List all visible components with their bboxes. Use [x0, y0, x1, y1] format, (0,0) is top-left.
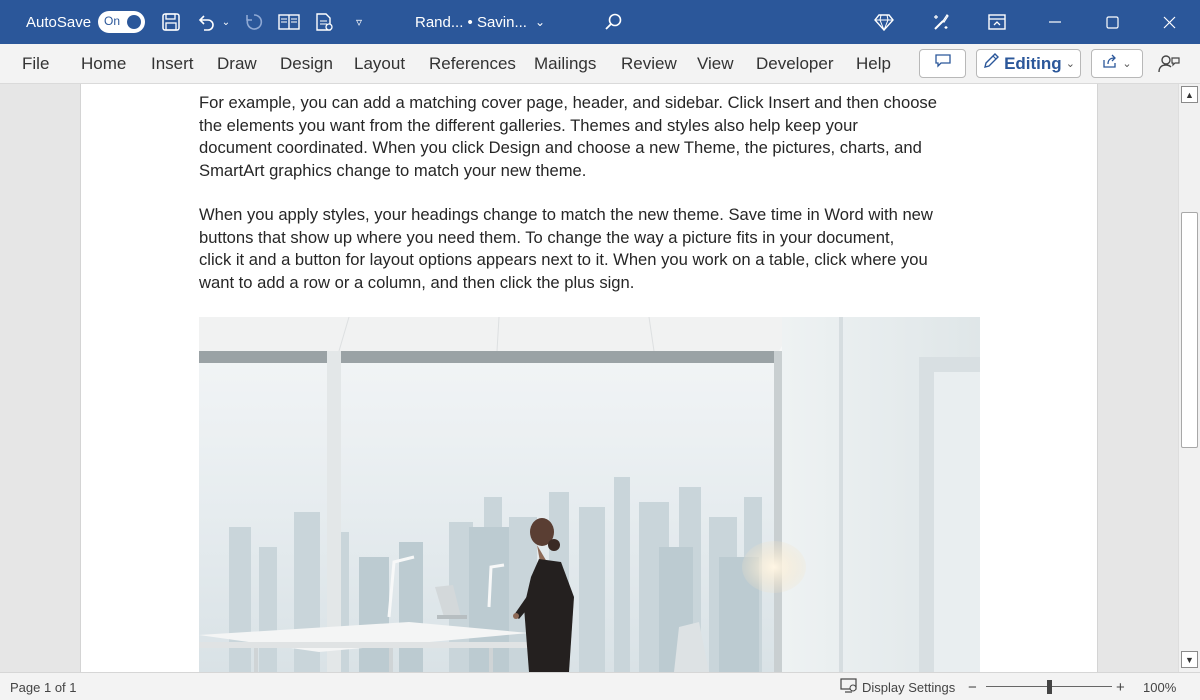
document-title-text: Rand... • Savin...	[415, 13, 527, 31]
tab-draw[interactable]: Draw	[217, 44, 257, 84]
text-line: click it and a button for layout options…	[199, 250, 928, 270]
pencil-icon	[982, 52, 1000, 75]
premium-icon[interactable]	[871, 0, 897, 44]
tab-help[interactable]: Help	[856, 44, 891, 84]
tab-references[interactable]: References	[429, 44, 516, 84]
status-bar: Page 1 of 1 Display Settings − + 100%	[0, 672, 1200, 700]
editing-mode-button[interactable]: Editing ⌄	[976, 49, 1081, 78]
title-bar: AutoSave On ⌄ ▿ Rand... • Savin... ⌄	[0, 0, 1200, 44]
scroll-up-arrow-icon[interactable]: ▲	[1181, 86, 1198, 103]
text-line: For example, you can add a matching cove…	[199, 93, 937, 112]
scroll-thumb[interactable]	[1181, 212, 1198, 448]
tab-mailings[interactable]: Mailings	[534, 44, 596, 84]
text-line: the elements you want from the different…	[199, 115, 858, 135]
tab-design[interactable]: Design	[280, 44, 333, 84]
chevron-down-icon: ⌄	[1065, 58, 1075, 70]
undo-dropdown-icon[interactable]: ⌄	[219, 0, 233, 44]
chevron-down-icon: ⌄	[1122, 58, 1132, 70]
tab-layout[interactable]: Layout	[354, 44, 405, 84]
save-icon[interactable]	[158, 0, 184, 44]
text-line: want to add a row or a column, and then …	[199, 272, 635, 292]
office-photo[interactable]	[199, 317, 980, 672]
layout-icon[interactable]	[276, 0, 302, 44]
zoom-level[interactable]: 100%	[1143, 673, 1176, 700]
text-line: SmartArt graphics change to match your n…	[199, 160, 587, 180]
comment-icon	[934, 54, 951, 73]
scroll-down-arrow-icon[interactable]: ▼	[1181, 651, 1198, 668]
zoom-slider[interactable]	[986, 673, 1112, 700]
title-chevron-icon: ⌄	[534, 15, 546, 29]
tab-review[interactable]: Review	[621, 44, 677, 84]
ribbon-display-icon[interactable]	[984, 0, 1010, 44]
zoom-in-button[interactable]: +	[1116, 673, 1125, 700]
ribbon-tab-bar: File Home Insert Draw Design Layout Refe…	[0, 44, 1200, 84]
display-settings-button[interactable]: Display Settings	[840, 673, 955, 700]
autosave-toggle[interactable]: On	[98, 11, 145, 33]
maximize-icon[interactable]	[1089, 0, 1135, 44]
document-page[interactable]: For example, you can add a matching cove…	[80, 84, 1098, 672]
zoom-out-button[interactable]: −	[968, 673, 977, 700]
document-area: For example, you can add a matching cove…	[0, 84, 1178, 672]
text-line: buttons that show up where you need them…	[199, 227, 895, 247]
presenter-icon[interactable]	[1158, 44, 1180, 84]
compare-icon[interactable]	[311, 0, 337, 44]
minimize-icon[interactable]	[1032, 0, 1078, 44]
autosave-toggle-text: On	[104, 14, 121, 28]
comments-button[interactable]	[919, 49, 966, 78]
share-button[interactable]: ⌄	[1091, 49, 1143, 78]
display-settings-icon	[840, 678, 858, 696]
editing-label: Editing	[1004, 53, 1062, 73]
tab-developer[interactable]: Developer	[756, 44, 834, 84]
search-icon[interactable]	[600, 0, 626, 44]
share-icon	[1102, 53, 1118, 74]
autosave-label: AutoSave	[26, 13, 92, 31]
tab-home[interactable]: Home	[81, 44, 126, 84]
display-settings-label: Display Settings	[862, 679, 956, 695]
document-title[interactable]: Rand... • Savin... ⌄	[415, 0, 545, 44]
tab-file[interactable]: File	[22, 44, 49, 84]
zoom-thumb[interactable]	[1046, 680, 1052, 694]
tab-view[interactable]: View	[697, 44, 734, 84]
customize-icon[interactable]: ▿	[350, 0, 368, 44]
redo-icon[interactable]	[241, 0, 267, 44]
text-line: When you apply styles, your headings cha…	[199, 205, 933, 224]
paragraph-1[interactable]: For example, you can add a matching cove…	[199, 92, 989, 182]
tab-insert[interactable]: Insert	[151, 44, 194, 84]
toggle-knob	[127, 15, 141, 29]
close-icon[interactable]	[1146, 0, 1192, 44]
paragraph-2[interactable]: When you apply styles, your headings cha…	[199, 204, 989, 294]
text-line: document coordinated. When you click Des…	[199, 138, 922, 158]
designer-icon[interactable]	[928, 0, 954, 44]
vertical-scrollbar[interactable]: ▲ ▼	[1178, 84, 1200, 672]
page-indicator[interactable]: Page 1 of 1	[10, 673, 77, 700]
undo-icon[interactable]	[194, 0, 218, 44]
